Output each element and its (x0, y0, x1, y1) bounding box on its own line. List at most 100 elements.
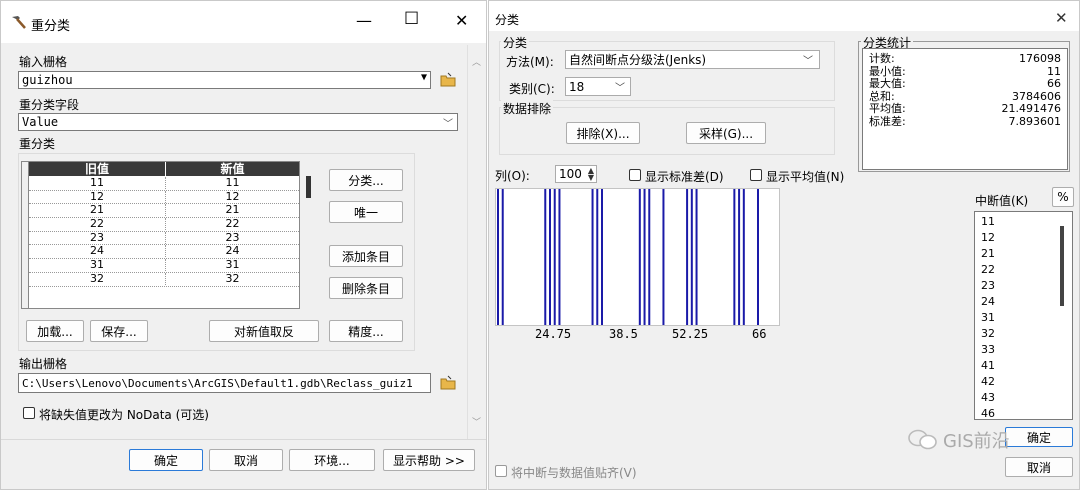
new-value-cell[interactable]: 31 (166, 259, 299, 271)
folder-icon[interactable] (439, 374, 457, 392)
reclass-field-value: Value (22, 115, 59, 129)
table-row[interactable]: 11 11 (29, 177, 299, 191)
column-header-old[interactable]: 旧值 (29, 162, 165, 176)
reverse-new-values-button[interactable]: 对新值取反 (209, 320, 319, 342)
exclusion-button[interactable]: 排除(X)... (566, 122, 640, 144)
break-value-item[interactable]: 46 (981, 406, 995, 419)
reclass-field-select[interactable]: Value ﹀ (18, 113, 458, 131)
method-value: 自然间断点分级法(Jenks) (569, 53, 707, 67)
output-raster-field[interactable]: C:\Users\Lenovo\Documents\ArcGIS\Default… (18, 373, 431, 393)
new-value-cell[interactable]: 11 (166, 177, 299, 189)
ok-button[interactable]: 确定 (1005, 427, 1073, 447)
columns-spinner[interactable]: 100 ▲ ▼ (555, 165, 597, 183)
scroll-up-icon[interactable]: ︿ (472, 55, 481, 68)
scroll-down-icon[interactable]: ﹀ (472, 415, 481, 428)
title-bar: 重分类 — ☐ ✕ (1, 1, 486, 43)
stat-row: 最大值: 66 (863, 78, 1067, 91)
save-button[interactable]: 保存... (90, 320, 148, 342)
break-value-item[interactable]: 33 (981, 342, 995, 358)
chevron-down-icon[interactable]: ﹀ (615, 79, 625, 94)
maximize-button[interactable]: ☐ (404, 9, 419, 29)
old-value-cell[interactable]: 12 (29, 190, 166, 203)
ok-button[interactable]: 确定 (129, 449, 203, 471)
show-mean-checkbox[interactable] (750, 169, 762, 181)
list-scroll-thumb[interactable] (1060, 226, 1064, 306)
old-value-cell[interactable]: 24 (29, 245, 166, 258)
table-row[interactable]: 21 21 (29, 204, 299, 219)
table-row[interactable]: 24 24 (29, 245, 299, 260)
break-value-item[interactable]: 22 (981, 262, 995, 278)
break-value-item[interactable]: 42 (981, 374, 995, 390)
stat-value: 11 (1047, 64, 1061, 78)
break-value-item[interactable]: 32 (981, 326, 995, 342)
dropdown-arrow-icon[interactable]: ▼ (421, 72, 427, 83)
sampling-button[interactable]: 采样(G)... (686, 122, 766, 144)
spinner-arrows-icon[interactable]: ▲ ▼ (588, 167, 594, 182)
break-value-item[interactable]: 23 (981, 278, 995, 294)
minimize-button[interactable]: — (356, 11, 372, 30)
load-button[interactable]: 加载... (26, 320, 84, 342)
precision-button[interactable]: 精度... (329, 320, 403, 342)
histogram-x-axis: 24.75 38.5 52.25 66 (495, 324, 778, 344)
stat-value: 7.893601 (1008, 114, 1062, 128)
break-value-item[interactable]: 43 (981, 390, 995, 406)
close-button[interactable]: ✕ (455, 11, 468, 30)
table-row[interactable]: 22 22 (29, 218, 299, 232)
close-button[interactable]: ✕ (1055, 9, 1068, 27)
new-value-cell[interactable]: 12 (166, 190, 299, 203)
old-value-cell[interactable]: 11 (29, 177, 166, 189)
scrollbar[interactable]: ︿ ﹀ (469, 45, 483, 439)
input-raster-field[interactable]: guizhou ▼ (18, 71, 431, 89)
x-tick-label: 38.5 (609, 327, 638, 341)
snap-breaks-checkbox[interactable] (495, 465, 507, 477)
break-value-item[interactable]: 24 (981, 294, 995, 310)
new-value-cell[interactable]: 24 (166, 245, 299, 257)
histogram-plot[interactable] (495, 188, 780, 326)
folder-icon[interactable] (439, 71, 457, 89)
show-std-label: 显示标准差(D) (645, 170, 724, 184)
percent-button[interactable]: % (1052, 187, 1074, 207)
method-select[interactable]: 自然间断点分级法(Jenks) ﹀ (565, 50, 820, 69)
new-value-cell[interactable]: 32 (166, 272, 299, 285)
break-value-item[interactable]: 41 (981, 358, 995, 374)
classes-select[interactable]: 18 ﹀ (565, 77, 631, 96)
nodata-checkbox[interactable] (23, 407, 35, 419)
classify-button[interactable]: 分类... (329, 169, 403, 191)
old-value-cell[interactable]: 31 (29, 259, 166, 272)
delete-entry-button[interactable]: 删除条目 (329, 277, 403, 299)
unique-button[interactable]: 唯一 (329, 201, 403, 223)
stat-value: 3784606 (1012, 89, 1061, 103)
break-values-list[interactable]: 11 12 21 22 23 24 31 32 33 41 42 43 46 (974, 211, 1073, 420)
new-value-cell[interactable]: 22 (166, 218, 299, 230)
chevron-down-icon[interactable]: ﹀ (443, 115, 453, 130)
break-value-item[interactable]: 12 (981, 230, 995, 246)
environments-button[interactable]: 环境... (289, 449, 375, 471)
stat-label: 最大值: (869, 77, 906, 90)
show-help-button[interactable]: 显示帮助 >> (383, 449, 475, 471)
add-entry-button[interactable]: 添加条目 (329, 245, 403, 267)
column-header-new[interactable]: 新值 (166, 162, 299, 176)
break-value-item[interactable]: 31 (981, 310, 995, 326)
new-value-cell[interactable]: 21 (166, 204, 299, 216)
old-value-cell[interactable]: 21 (29, 204, 166, 217)
old-value-cell[interactable]: 23 (29, 231, 166, 244)
reclass-table[interactable]: 旧值 新值 11 11 12 12 21 21 22 22 23 23 24 24 31 31 32 32 (21, 161, 300, 309)
old-value-cell[interactable]: 32 (29, 272, 166, 285)
chevron-down-icon[interactable]: ﹀ (803, 52, 813, 67)
reclassification-label: 重分类 (19, 137, 56, 151)
old-value-cell[interactable]: 22 (29, 218, 166, 231)
table-row[interactable]: 32 32 (29, 272, 299, 287)
table-row[interactable]: 31 31 (29, 259, 299, 273)
stat-row: 平均值: 21.491476 (863, 103, 1067, 116)
break-value-item[interactable]: 11 (981, 214, 995, 230)
table-row[interactable]: 23 23 (29, 231, 299, 246)
show-mean-label: 显示平均值(N) (766, 170, 845, 184)
dialog-title: 分类 (495, 13, 520, 27)
table-scroll-thumb[interactable] (306, 176, 311, 198)
break-value-item[interactable]: 21 (981, 246, 995, 262)
show-std-checkbox[interactable] (629, 169, 641, 181)
cancel-button[interactable]: 取消 (209, 449, 283, 471)
table-row[interactable]: 12 12 (29, 190, 299, 205)
new-value-cell[interactable]: 23 (166, 231, 299, 244)
cancel-button[interactable]: 取消 (1005, 457, 1073, 477)
